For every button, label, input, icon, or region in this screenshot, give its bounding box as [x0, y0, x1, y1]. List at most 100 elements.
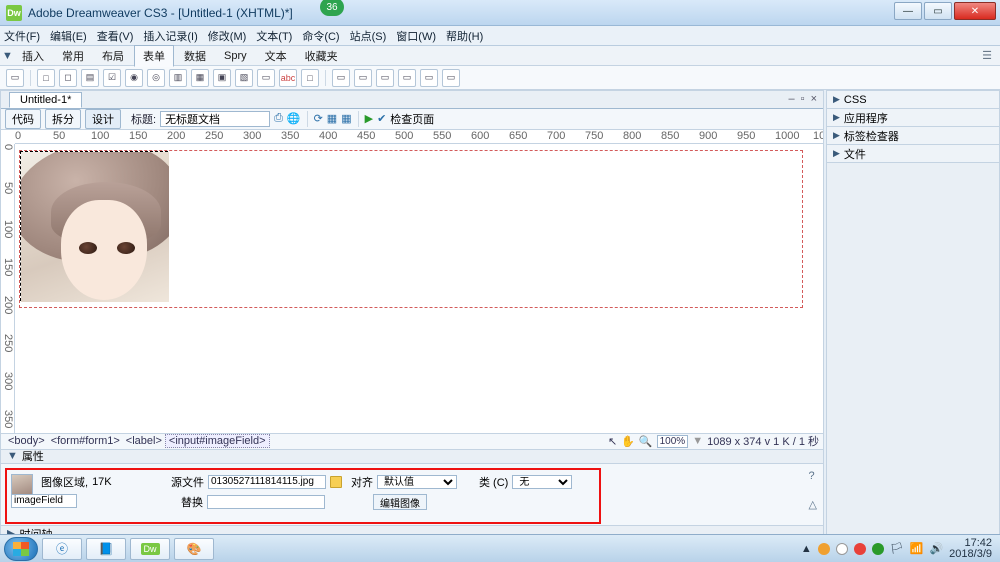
preview-icon[interactable]: ▦ [341, 112, 351, 125]
close-button[interactable]: ✕ [954, 2, 996, 20]
crumb-form[interactable]: <form#form1> [48, 435, 123, 447]
check-page-label[interactable]: 检查页面 [390, 111, 434, 127]
view-split[interactable]: 拆分 [45, 109, 81, 129]
spry1-icon[interactable]: ▭ [332, 69, 350, 87]
task-dreamweaver[interactable]: Dw [130, 538, 170, 560]
insert-tab-forms[interactable]: 表单 [134, 45, 174, 67]
prop-class-select[interactable]: 无 [512, 475, 572, 489]
check-icon[interactable]: ▶ [365, 112, 373, 125]
task-ie[interactable]: ⓔ [42, 538, 82, 560]
menu-text[interactable]: 文本(T) [256, 28, 292, 44]
zoom-icon[interactable]: 🔍 [639, 435, 653, 448]
view-code[interactable]: 代码 [5, 109, 41, 129]
view-design[interactable]: 设计 [85, 109, 121, 129]
form-icon[interactable]: ▭ [6, 69, 24, 87]
insert-tab-text[interactable]: 文本 [257, 46, 295, 66]
tray-icon-3[interactable] [854, 543, 866, 555]
image-field-selection[interactable] [20, 151, 168, 301]
spry3-icon[interactable]: ▭ [376, 69, 394, 87]
list-icon[interactable]: ▥ [169, 69, 187, 87]
spry5-icon[interactable]: ▭ [420, 69, 438, 87]
tray-flag-icon[interactable]: 🏳 [890, 542, 904, 555]
menu-window[interactable]: 窗口(W) [396, 28, 436, 44]
task-notepad[interactable]: 📘 [86, 538, 126, 560]
checkbox-icon[interactable]: ☑ [103, 69, 121, 87]
insert-tab-fav[interactable]: 收藏夹 [297, 46, 346, 66]
help-icon[interactable]: ? [809, 470, 817, 482]
jump-icon[interactable]: ▦ [191, 69, 209, 87]
radio-icon[interactable]: ◉ [125, 69, 143, 87]
doc-minimize-icon[interactable]: – [789, 93, 795, 105]
doc-restore-icon[interactable]: ▫ [801, 93, 805, 105]
minimize-button[interactable]: — [894, 2, 922, 20]
insert-tab-layout[interactable]: 布局 [94, 46, 132, 66]
tray-icon-1[interactable] [818, 543, 830, 555]
tool-icon-1[interactable]: ⎙ [274, 112, 283, 125]
menu-commands[interactable]: 命令(C) [302, 28, 339, 44]
insert-tab-common[interactable]: 常用 [54, 46, 92, 66]
maximize-button[interactable]: ▭ [924, 2, 952, 20]
crumb-label[interactable]: <label> [123, 435, 165, 447]
spry2-icon[interactable]: ▭ [354, 69, 372, 87]
prop-id-input[interactable] [11, 494, 77, 508]
globe-icon[interactable]: 🌐 [287, 112, 301, 125]
menu-edit[interactable]: 编辑(E) [50, 28, 87, 44]
button-icon[interactable]: ▭ [257, 69, 275, 87]
menu-help[interactable]: 帮助(H) [446, 28, 483, 44]
document-tab[interactable]: Untitled-1* [9, 92, 82, 108]
edit-image-button[interactable]: 编辑图像 [373, 494, 427, 510]
spry6-icon[interactable]: ▭ [442, 69, 460, 87]
textfield-icon[interactable]: □ [37, 69, 55, 87]
expand-icon[interactable]: △ [809, 498, 817, 511]
label-icon[interactable]: abc [279, 69, 297, 87]
panel-tag-inspector[interactable]: ▶标签检查器 [827, 127, 999, 145]
panel-application[interactable]: ▶应用程序 [827, 109, 999, 127]
crumb-body[interactable]: <body> [5, 435, 48, 447]
title-input[interactable] [160, 111, 270, 127]
insert-options-icon[interactable]: ☰ [982, 49, 992, 62]
tray-icon-2[interactable] [836, 543, 848, 555]
tray-network-icon[interactable]: 📶 [910, 542, 924, 555]
placeholder-image [21, 152, 169, 302]
menu-view[interactable]: 查看(V) [97, 28, 134, 44]
doc-close-icon[interactable]: × [811, 93, 817, 105]
hidden-icon[interactable]: ◻ [59, 69, 77, 87]
menu-insert[interactable]: 插入记录(I) [143, 28, 197, 44]
fieldset-icon[interactable]: □ [301, 69, 319, 87]
insert-tab-data[interactable]: 数据 [176, 46, 214, 66]
panel-files[interactable]: ▶文件 [827, 145, 999, 163]
task-paint[interactable]: 🎨 [174, 538, 214, 560]
imagefield-icon[interactable]: ▣ [213, 69, 231, 87]
hand-icon[interactable]: ✋ [621, 435, 635, 448]
pointer-icon[interactable]: ↖ [608, 435, 617, 448]
validate-icon[interactable]: ✔ [377, 112, 386, 125]
properties-header[interactable]: ▼ 属性 [1, 449, 823, 463]
menu-file[interactable]: 文件(F) [4, 28, 40, 44]
prop-type-label: 图像区域, [41, 474, 88, 490]
tray-icon-4[interactable] [872, 543, 884, 555]
prop-align-select[interactable]: 默认值 [377, 475, 457, 489]
panel-css[interactable]: ▶CSS [827, 91, 999, 109]
refresh-icon[interactable]: ⟳ [314, 112, 323, 125]
tray-up-icon[interactable]: ▲ [801, 543, 812, 555]
textarea-icon[interactable]: ▤ [81, 69, 99, 87]
insert-collapse-icon[interactable]: ▼ [2, 50, 12, 62]
menu-site[interactable]: 站点(S) [350, 28, 387, 44]
filefield-icon[interactable]: ▧ [235, 69, 253, 87]
start-button[interactable] [4, 537, 38, 561]
design-canvas[interactable] [15, 144, 823, 433]
spry4-icon[interactable]: ▭ [398, 69, 416, 87]
zoom-select[interactable]: 100% [657, 435, 689, 448]
document-toolbar: 代码 拆分 设计 标题: ⎙ 🌐 ⟳ ▦ ▦ ▶ ✔ 检查页面 [1, 109, 823, 130]
prop-src-input[interactable] [208, 475, 326, 489]
radiogroup-icon[interactable]: ◎ [147, 69, 165, 87]
browse-folder-icon[interactable] [330, 476, 342, 488]
insert-tab-spry[interactable]: Spry [216, 48, 255, 64]
prop-alt-input[interactable] [207, 495, 325, 509]
menu-modify[interactable]: 修改(M) [208, 28, 247, 44]
crumb-input[interactable]: <input#imageField> [165, 434, 270, 448]
tray-volume-icon[interactable]: 🔊 [929, 542, 943, 555]
file-mgmt-icon[interactable]: ▦ [327, 112, 337, 125]
prop-align-label: 对齐 [351, 474, 373, 490]
taskbar-clock[interactable]: 17:42 2018/3/9 [949, 538, 992, 560]
